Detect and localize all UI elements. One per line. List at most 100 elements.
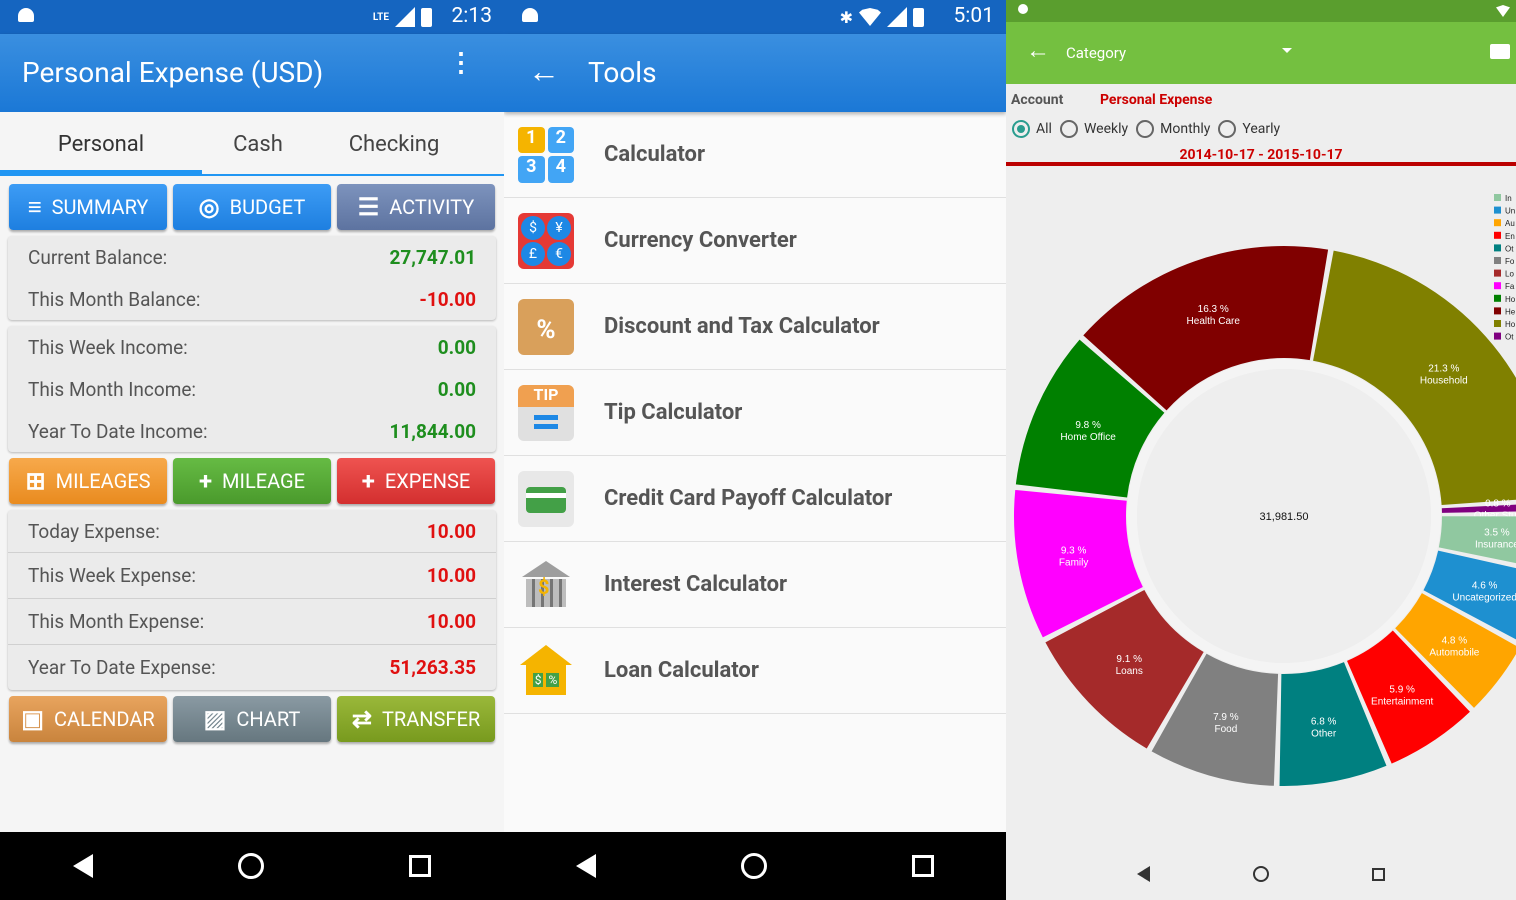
tool-currency-converter[interactable]: $ ¥ £ € Currency Converter	[504, 198, 1006, 284]
tool-credit-card-payoff[interactable]: Credit Card Payoff Calculator	[504, 456, 1006, 542]
legend-swatch	[1494, 282, 1501, 290]
radio-label: Monthly	[1160, 121, 1211, 137]
phone-tools: ✱ 5:01 ← Tools 1 2 3 4 Calculator $ ¥ £ …	[504, 0, 1006, 900]
tool-discount-tax[interactable]: % Discount and Tax Calculator	[504, 284, 1006, 370]
add-expense-button[interactable]: + EXPENSE	[337, 458, 495, 504]
slice-percent-label: 9.1 %	[1116, 654, 1142, 665]
slice-percent-label: 4.8 %	[1442, 636, 1468, 647]
tool-label: Loan Calculator	[604, 658, 759, 683]
page-title: Tools	[588, 56, 657, 89]
tool-calculator[interactable]: 1 2 3 4 Calculator	[504, 112, 1006, 198]
tool-interest-calculator[interactable]: $ Interest Calculator	[504, 542, 1006, 628]
current-balance-value: 27,747.01	[389, 245, 477, 269]
legend-swatch	[1494, 231, 1501, 239]
tool-label: Credit Card Payoff Calculator	[604, 486, 893, 511]
plus-icon: +	[361, 467, 375, 495]
wifi-icon	[1496, 5, 1510, 17]
home-nav-icon[interactable]	[237, 853, 264, 879]
recents-nav-icon[interactable]	[409, 855, 432, 877]
email-icon[interactable]	[1490, 44, 1510, 59]
chart-button[interactable]: ▨ CHART	[173, 696, 331, 742]
legend-swatch	[1494, 294, 1501, 302]
legend-label: Fa	[1505, 282, 1515, 291]
android-icon	[522, 8, 538, 22]
slice-percent-label: 0.8 %	[1485, 499, 1511, 510]
signal-icon	[887, 7, 907, 27]
slice-percent-label: 3.5 %	[1484, 528, 1510, 539]
slice-percent-label: 9.8 %	[1075, 420, 1101, 431]
battery-icon	[421, 7, 432, 27]
plus-icon: +	[198, 467, 213, 495]
budget-button[interactable]: ◎ BUDGET	[173, 184, 331, 230]
donut-center-total: 31,981.50	[1260, 511, 1309, 523]
tool-label: Currency Converter	[604, 228, 797, 253]
slice-percent-label: 16.3 %	[1198, 304, 1229, 315]
tools-list: 1 2 3 4 Calculator $ ¥ £ € Currency Conv…	[504, 112, 1006, 714]
month-expense-label: This Month Expense:	[28, 610, 205, 633]
account-value[interactable]: Personal Expense	[1100, 92, 1212, 108]
home-nav-icon[interactable]	[1252, 866, 1269, 882]
legend-swatch	[1494, 320, 1501, 327]
status-bar	[1006, 0, 1516, 22]
category-dropdown[interactable]: Category	[1066, 44, 1126, 62]
back-nav-icon[interactable]	[72, 854, 93, 878]
slice-category-label: Insurance	[1475, 540, 1516, 551]
page-title: Personal Expense (USD)	[22, 56, 324, 89]
slice-category-label: Food	[1214, 724, 1237, 735]
legend-label: Ho	[1505, 295, 1516, 304]
current-balance-row: Current Balance: 27,747.01	[8, 236, 496, 278]
month-balance-value: -10.00	[419, 287, 476, 311]
mileages-button[interactable]: ⊞ MILEAGES	[9, 458, 167, 504]
dropdown-arrow-icon[interactable]	[1282, 48, 1292, 53]
status-bar: LTE 2:13	[0, 0, 504, 34]
signal-icon	[395, 7, 415, 27]
tab-checking[interactable]: Checking	[314, 112, 474, 174]
summary-button[interactable]: ≡ SUMMARY	[9, 184, 167, 230]
ytd-expense-value: 51,263.35	[389, 656, 477, 679]
legend-swatch	[1494, 206, 1501, 214]
legend-swatch	[1494, 269, 1501, 277]
tool-label: Interest Calculator	[604, 572, 788, 597]
legend-label: Lo	[1505, 270, 1514, 279]
recents-nav-icon[interactable]	[911, 855, 934, 877]
radio-monthly[interactable]: Monthly	[1136, 120, 1210, 138]
slice-percent-label: 7.9 %	[1213, 712, 1239, 723]
tool-tip-calculator[interactable]: TIP Tip Calculator	[504, 370, 1006, 456]
recents-nav-icon[interactable]	[1371, 867, 1385, 881]
slice-category-label: Home Office	[1060, 432, 1116, 443]
add-mileage-button[interactable]: + MILEAGE	[173, 458, 331, 504]
wifi-icon	[859, 8, 881, 26]
legend-label: Un	[1505, 207, 1515, 216]
bottom-button-row: ▣ CALENDAR ▨ CHART ⇄ TRANSFER	[0, 690, 504, 742]
calendar-label: CALENDAR	[53, 707, 155, 731]
tab-cash[interactable]: Cash	[202, 112, 314, 174]
home-nav-icon[interactable]	[740, 853, 767, 879]
legend-label: Ot	[1505, 333, 1514, 342]
back-nav-icon[interactable]	[576, 854, 597, 878]
overflow-menu-icon[interactable]: ⋮	[448, 50, 474, 76]
radio-yearly[interactable]: Yearly	[1218, 120, 1280, 138]
mid-button-row: ⊞ MILEAGES + MILEAGE + EXPENSE	[0, 452, 504, 504]
calc-digit: 1	[518, 126, 545, 153]
swap-icon: ⇄	[351, 705, 372, 733]
tool-loan-calculator[interactable]: $ % Loan Calculator	[504, 628, 1006, 714]
phone-personal-expense: LTE 2:13 Personal Expense (USD) ⋮ Person…	[0, 0, 504, 900]
month-income-row: This Month Income: 0.00	[8, 368, 496, 410]
radio-all[interactable]: All	[1012, 120, 1052, 138]
tool-label: Calculator	[604, 142, 706, 167]
calendar-button[interactable]: ▣ CALENDAR	[9, 696, 167, 742]
mileage-label: MILEAGE	[222, 469, 306, 493]
add-box-icon: ⊞	[25, 467, 46, 495]
expense-card: Today Expense: 10.00 This Week Expense: 10…	[8, 510, 496, 690]
tab-personal[interactable]: Personal	[0, 112, 202, 174]
activity-button[interactable]: ☰ ACTIVITY	[337, 184, 495, 230]
transfer-button[interactable]: ⇄ TRANSFER	[337, 696, 495, 742]
back-arrow-icon[interactable]: ←	[1026, 36, 1050, 65]
back-nav-icon[interactable]	[1137, 866, 1151, 882]
notification-icon	[1018, 4, 1028, 14]
radio-weekly[interactable]: Weekly	[1059, 120, 1128, 138]
slice-percent-label: 21.3 %	[1428, 364, 1459, 375]
back-arrow-icon[interactable]: ←	[528, 52, 560, 90]
top-button-row: ≡ SUMMARY ◎ BUDGET ☰ ACTIVITY	[0, 176, 504, 230]
week-income-label: This Week Income:	[28, 335, 188, 359]
